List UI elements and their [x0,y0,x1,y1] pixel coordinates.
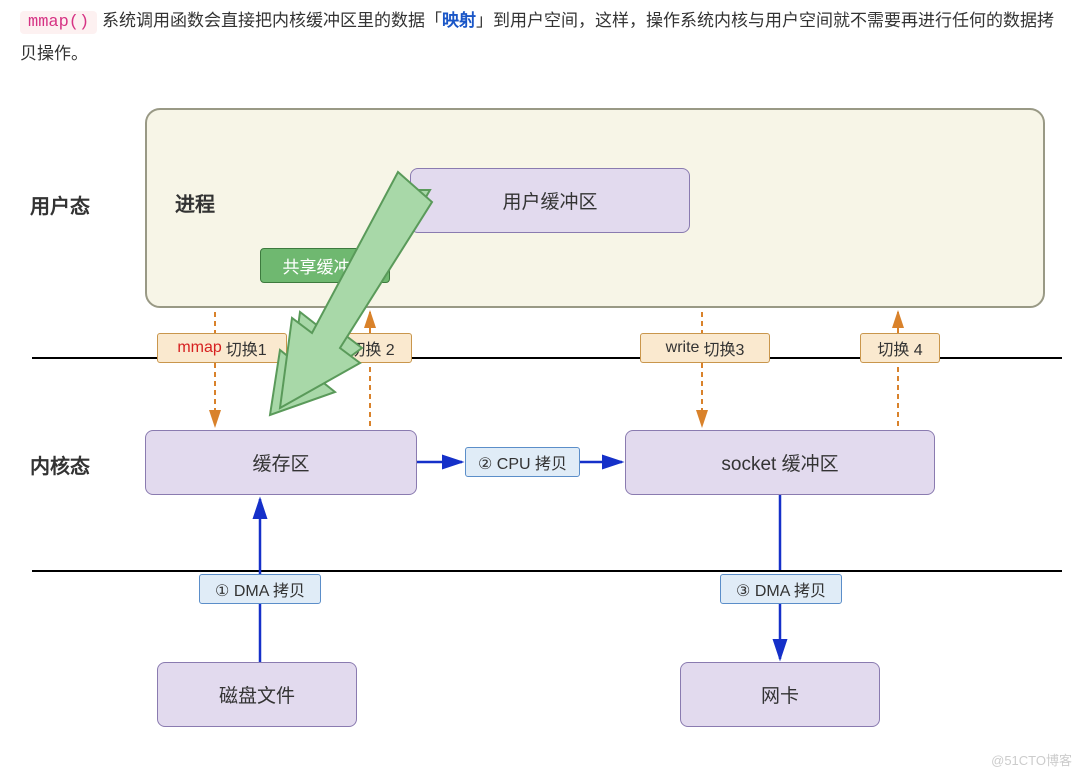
code-mmap: mmap() [20,11,97,34]
op-dma-1: ① DMA 拷贝 [199,574,321,604]
mmap-label: mmap [177,339,221,357]
label-user-mode: 用户态 [30,190,90,219]
switch-1: mmap 切换1 [157,333,287,363]
switch-3-label: 切换3 [703,336,744,360]
switch-2: 切换 2 [332,333,412,363]
switch-3: write 切换3 [640,333,770,363]
box-user-buffer: 用户缓冲区 [410,168,690,233]
hline-2 [32,570,1062,572]
write-label: write [666,339,700,357]
diagram-container: 用户态 进程 用户缓冲区 共享缓冲区 mmap 切换1 切换 2 write 切… [0,80,1080,773]
label-process: 进程 [175,188,215,217]
box-socket-buffer: socket 缓冲区 [625,430,935,495]
intro-highlight: 映射 [442,11,476,30]
intro-paragraph: mmap() 系统调用函数会直接把内核缓冲区里的数据「映射」到用户空间，这样，操… [0,0,1080,69]
intro-text-1: 系统调用函数会直接把内核缓冲区里的数据「 [102,11,442,30]
op-cpu-copy: ② CPU 拷贝 [465,447,580,477]
op-dma-3: ③ DMA 拷贝 [720,574,842,604]
label-kernel-mode: 内核态 [30,450,90,479]
watermark: @51CTO博客 [991,750,1072,769]
box-cache: 缓存区 [145,430,417,495]
switch-4: 切换 4 [860,333,940,363]
box-disk: 磁盘文件 [157,662,357,727]
box-shared-buffer: 共享缓冲区 [260,248,390,283]
switch-1-label: 切换1 [226,336,267,360]
box-nic: 网卡 [680,662,880,727]
